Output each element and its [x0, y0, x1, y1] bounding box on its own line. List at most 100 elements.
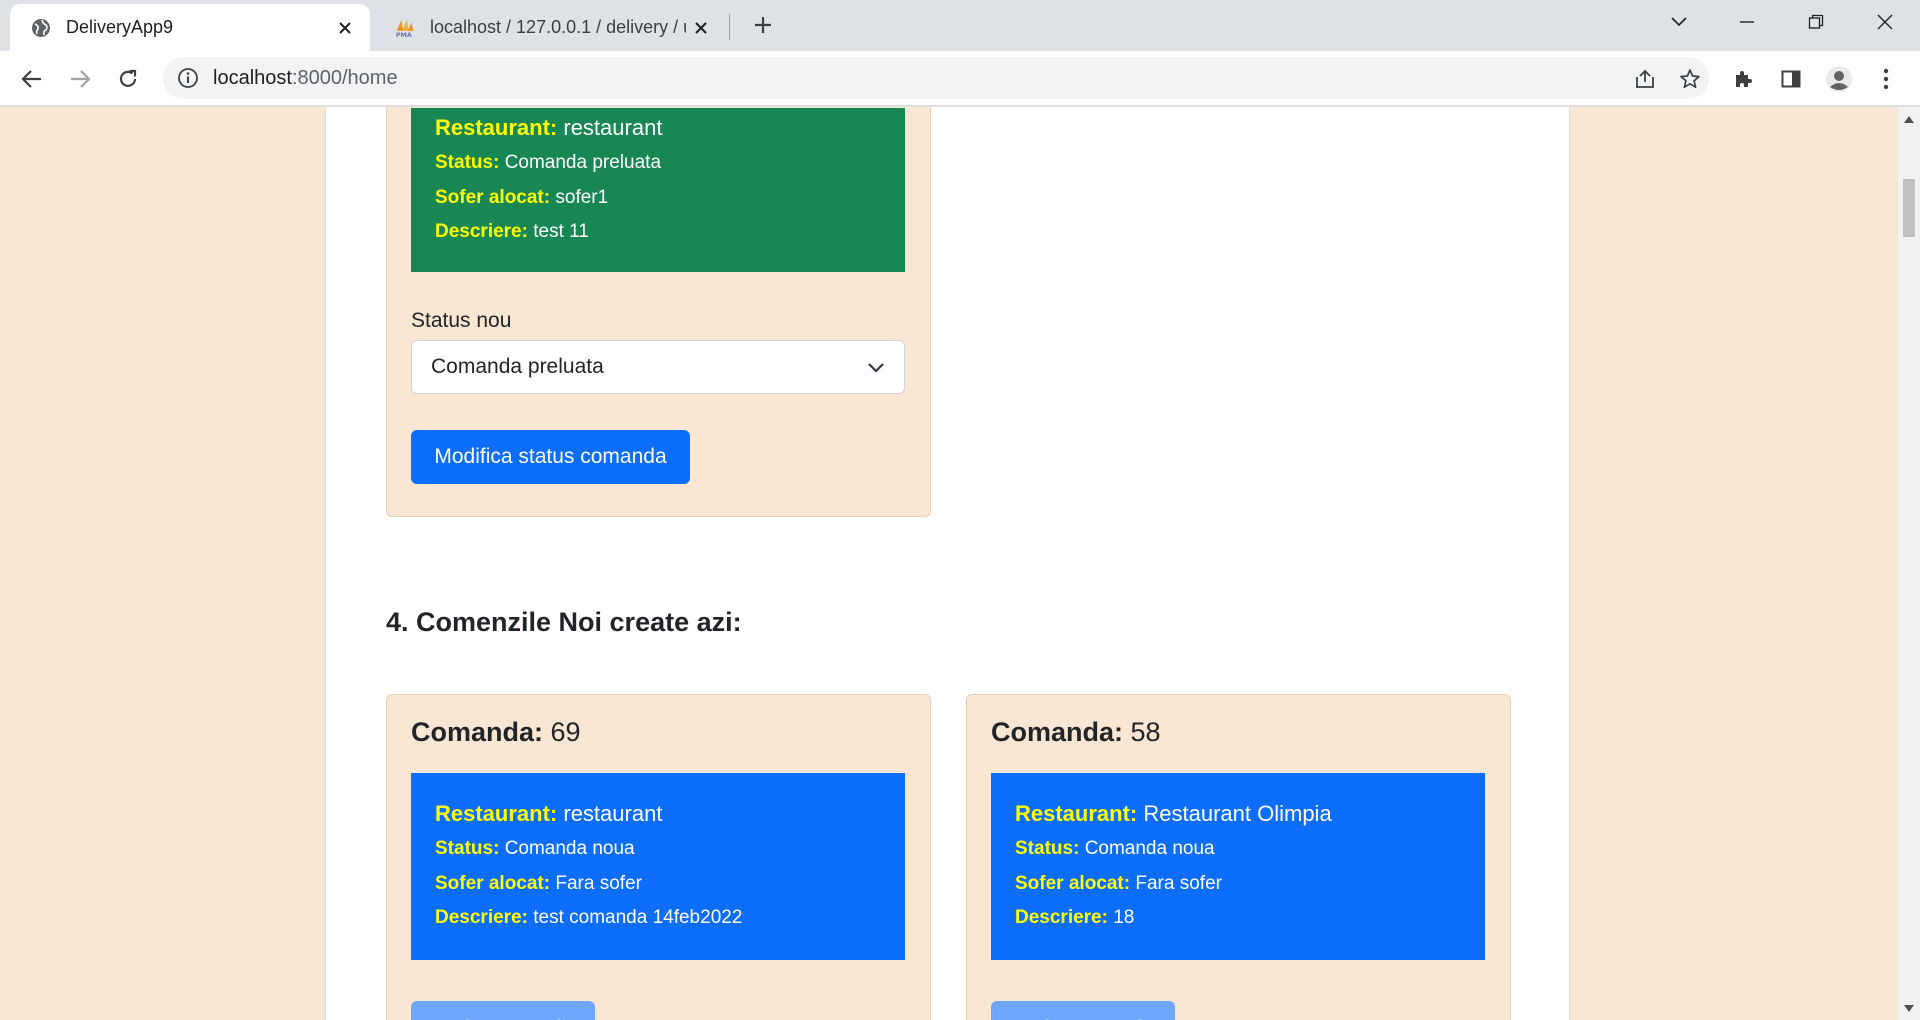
- driver-label: Sofer alocat:: [435, 873, 551, 894]
- main-container: Restaurant: restaurant Status: Comanda p…: [325, 107, 1570, 1020]
- order-info-box: Restaurant: restaurant Status: Comanda n…: [411, 773, 905, 960]
- restaurant-value: Restaurant Olimpia: [1143, 801, 1332, 826]
- bookmark-star-icon[interactable]: [1676, 65, 1704, 93]
- status-label: Status:: [435, 838, 500, 859]
- tab-divider: [729, 14, 730, 40]
- close-window-button[interactable]: [1858, 0, 1912, 44]
- driver-label: Sofer alocat:: [435, 187, 551, 208]
- restore-icon: [1808, 14, 1824, 29]
- reload-icon: [119, 69, 137, 87]
- page-viewport: Restaurant: restaurant Status: Comanda p…: [0, 107, 1898, 1020]
- reload-button[interactable]: [109, 60, 147, 98]
- close-icon: [1877, 14, 1893, 30]
- driver-line: Sofer alocat: sofer1: [435, 187, 608, 209]
- order-card: Comanda: 69 Restaurant: restaurant Statu…: [386, 694, 931, 1020]
- status-label: Status:: [435, 152, 500, 173]
- arrow-left-icon: [21, 70, 41, 88]
- description-value: 18: [1113, 907, 1135, 928]
- status-label: Status:: [1015, 838, 1080, 859]
- minimize-icon: [1740, 21, 1754, 23]
- order-title: Comanda: 58: [991, 717, 1161, 748]
- chevron-down-icon: [1671, 17, 1687, 27]
- tab-title: localhost / 127.0.0.1 / delivery / u: [430, 17, 686, 37]
- site-info-icon[interactable]: [177, 67, 199, 89]
- scrollbar-thumb[interactable]: [1903, 179, 1915, 237]
- tab-deliveryapp[interactable]: DeliveryApp9: [10, 4, 370, 51]
- svg-text:PMA: PMA: [396, 31, 412, 39]
- take-order-button[interactable]: Preia comanda: [411, 1001, 595, 1020]
- driver-line: Sofer alocat: Fara sofer: [435, 873, 642, 895]
- restaurant-label: Restaurant:: [435, 801, 558, 826]
- restaurant-line: Restaurant: Restaurant Olimpia: [1015, 801, 1332, 827]
- share-icon[interactable]: [1631, 65, 1659, 93]
- globe-icon: [30, 17, 52, 39]
- order-id: 69: [550, 717, 581, 747]
- status-select-label: Status nou: [411, 309, 512, 332]
- plus-icon: [755, 17, 771, 33]
- order-card-current: Restaurant: restaurant Status: Comanda p…: [386, 107, 931, 517]
- side-panel-icon[interactable]: [1775, 63, 1807, 95]
- menu-kebab-icon[interactable]: [1870, 63, 1902, 95]
- order-card: Comanda: 58 Restaurant: Restaurant Olimp…: [966, 694, 1511, 1020]
- close-tab-icon[interactable]: [330, 13, 360, 43]
- new-tab-button[interactable]: [746, 8, 780, 42]
- tab-search-button[interactable]: [1652, 0, 1706, 44]
- order-title-label: Comanda:: [991, 717, 1124, 747]
- profile-avatar-icon[interactable]: [1823, 63, 1855, 95]
- status-select[interactable]: Comanda preluata: [411, 340, 905, 394]
- browser-toolbar: localhost:8000/home: [0, 51, 1920, 106]
- restaurant-label: Restaurant:: [1015, 801, 1138, 826]
- restaurant-line: Restaurant: restaurant: [435, 801, 662, 827]
- url-path: :8000/home: [291, 67, 398, 89]
- description-value: test comanda 14feb2022: [533, 907, 743, 928]
- tab-phpmyadmin[interactable]: PMA localhost / 127.0.0.1 / delivery / u: [374, 4, 726, 51]
- tab-title: DeliveryApp9: [66, 17, 174, 37]
- address-bar[interactable]: localhost:8000/home: [163, 57, 1709, 99]
- url-text: localhost:8000/home: [213, 67, 398, 90]
- back-button[interactable]: [13, 60, 51, 98]
- take-order-button[interactable]: Preia comanda: [991, 1001, 1175, 1020]
- description-line: Descriere: test 11: [435, 221, 589, 243]
- description-value: test 11: [533, 221, 589, 242]
- update-status-button[interactable]: Modifica status comanda: [411, 430, 690, 484]
- status-value: Comanda noua: [504, 838, 635, 859]
- status-select-value: Comanda preluata: [431, 355, 604, 378]
- close-tab-icon[interactable]: [686, 13, 716, 43]
- order-title-label: Comanda:: [411, 717, 544, 747]
- description-line: Descriere: test comanda 14feb2022: [435, 907, 742, 929]
- phpmyadmin-icon: PMA: [394, 17, 416, 39]
- tab-strip: DeliveryApp9 PMA localhost / 127.0.0.1 /…: [0, 0, 1920, 51]
- order-info-box: Restaurant: restaurant Status: Comanda p…: [411, 108, 905, 272]
- driver-value: Fara sofer: [1135, 873, 1222, 894]
- scroll-up-arrow-icon[interactable]: [1902, 112, 1916, 126]
- restaurant-value: restaurant: [563, 801, 663, 826]
- page-scrollbar[interactable]: [1898, 107, 1920, 1020]
- arrow-right-icon: [71, 70, 91, 88]
- scroll-down-arrow-icon[interactable]: [1902, 1001, 1916, 1015]
- restore-button[interactable]: [1789, 0, 1843, 44]
- extensions-icon[interactable]: [1727, 63, 1759, 95]
- description-label: Descriere:: [1015, 907, 1108, 928]
- status-line: Status: Comanda noua: [435, 838, 635, 860]
- restaurant-line: Restaurant: restaurant: [435, 115, 662, 141]
- status-line: Status: Comanda noua: [1015, 838, 1215, 860]
- description-label: Descriere:: [435, 907, 528, 928]
- driver-value: Fara sofer: [555, 873, 642, 894]
- section-heading: 4. Comenzile Noi create azi:: [386, 607, 742, 637]
- minimize-button[interactable]: [1720, 0, 1774, 44]
- description-line: Descriere: 18: [1015, 907, 1134, 929]
- status-value: Comanda noua: [1084, 838, 1215, 859]
- status-line: Status: Comanda preluata: [435, 152, 661, 174]
- driver-label: Sofer alocat:: [1015, 873, 1131, 894]
- url-host: localhost: [213, 67, 292, 89]
- restaurant-value: restaurant: [563, 115, 663, 140]
- driver-value: sofer1: [555, 187, 609, 208]
- status-value: Comanda preluata: [504, 152, 662, 173]
- order-id: 58: [1130, 717, 1161, 747]
- order-title: Comanda: 69: [411, 717, 581, 748]
- restaurant-label: Restaurant:: [435, 115, 558, 140]
- order-info-box: Restaurant: Restaurant Olimpia Status: C…: [991, 773, 1485, 960]
- driver-line: Sofer alocat: Fara sofer: [1015, 873, 1222, 895]
- chevron-down-icon: [866, 357, 886, 377]
- forward-button[interactable]: [61, 60, 99, 98]
